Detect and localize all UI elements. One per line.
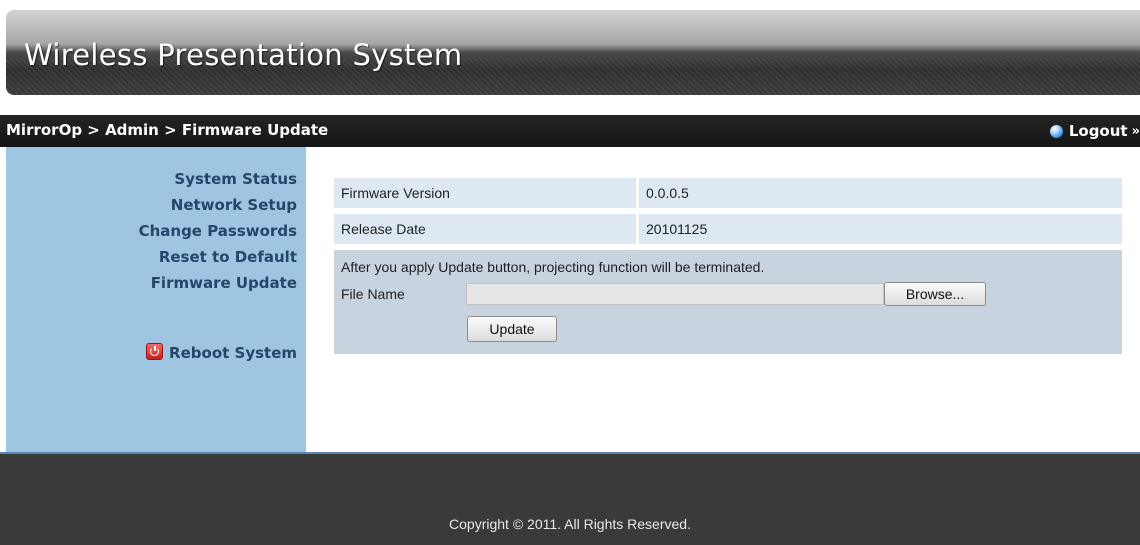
file-name-label: File Name bbox=[341, 286, 405, 302]
release-date-label: Release Date bbox=[334, 214, 636, 244]
update-panel: After you apply Update button, projectin… bbox=[334, 250, 1122, 354]
sidebar-item-network-setup[interactable]: Network Setup bbox=[171, 196, 297, 214]
firmware-version-value: 0.0.0.5 bbox=[639, 178, 1122, 208]
logout-link[interactable]: Logout » bbox=[1049, 121, 1140, 141]
footer: Copyright © 2011. All Rights Reserved. bbox=[0, 452, 1140, 545]
nav-bar: MirrorOp > Admin > Firmware Update Logou… bbox=[0, 115, 1140, 147]
file-name-input[interactable] bbox=[466, 283, 884, 305]
breadcrumb: MirrorOp > Admin > Firmware Update bbox=[6, 121, 329, 139]
sidebar-item-change-passwords[interactable]: Change Passwords bbox=[139, 222, 297, 240]
app-title: Wireless Presentation System bbox=[24, 38, 463, 72]
sidebar-item-reset-to-default[interactable]: Reset to Default bbox=[159, 248, 297, 266]
logout-orb-icon bbox=[1049, 124, 1063, 138]
sidebar: System Status Network Setup Change Passw… bbox=[6, 147, 306, 452]
sidebar-item-system-status[interactable]: System Status bbox=[174, 170, 297, 188]
logout-label: Logout bbox=[1068, 122, 1128, 140]
reboot-label: Reboot System bbox=[169, 344, 297, 362]
table-row: Release Date 20101125 bbox=[334, 214, 1122, 244]
reboot-system-link[interactable]: Reboot System bbox=[146, 343, 297, 362]
table-row: Firmware Version 0.0.0.5 bbox=[334, 178, 1122, 208]
release-date-value: 20101125 bbox=[639, 214, 1122, 244]
copyright-text: Copyright © 2011. All Rights Reserved. bbox=[449, 516, 691, 532]
double-chevron-right-icon: » bbox=[1131, 123, 1140, 139]
update-button[interactable]: Update bbox=[467, 316, 557, 342]
firmware-version-label: Firmware Version bbox=[334, 178, 636, 208]
sidebar-item-firmware-update[interactable]: Firmware Update bbox=[151, 274, 297, 292]
header-banner: Wireless Presentation System bbox=[0, 0, 1140, 115]
update-notice: After you apply Update button, projectin… bbox=[341, 259, 765, 275]
power-icon bbox=[146, 343, 164, 360]
browse-button[interactable]: Browse... bbox=[884, 282, 986, 306]
